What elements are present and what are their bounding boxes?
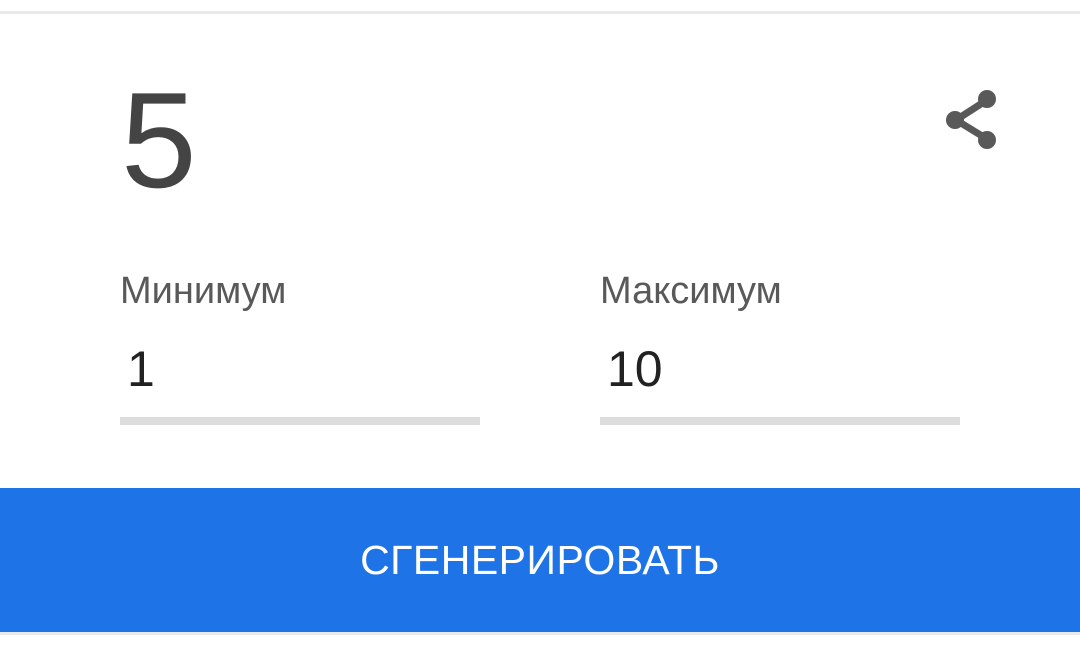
minimum-underline — [120, 417, 480, 425]
maximum-input[interactable] — [600, 336, 960, 402]
minimum-label: Минимум — [120, 270, 287, 312]
bottom-divider — [0, 632, 1080, 635]
top-divider — [0, 11, 1080, 14]
random-result: 5 — [121, 64, 197, 216]
maximum-underline — [600, 417, 960, 425]
minimum-input[interactable] — [120, 336, 480, 402]
share-icon — [946, 90, 996, 149]
generate-button[interactable]: СГЕНЕРИРОВАТЬ — [0, 488, 1080, 632]
maximum-label: Максимум — [600, 270, 782, 312]
share-button[interactable] — [940, 86, 1004, 154]
